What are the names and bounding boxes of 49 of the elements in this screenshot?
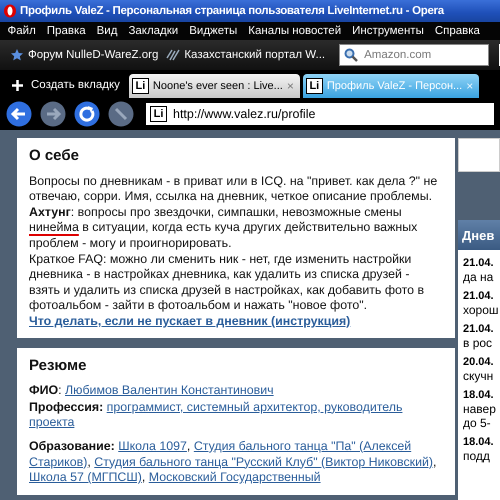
menu-item[interactable]: Правка <box>41 25 92 37</box>
new-tab-button[interactable]: Создать вкладку <box>10 72 126 98</box>
favicon: Li <box>306 78 323 94</box>
star-icon <box>10 48 24 62</box>
side-panel <box>458 138 500 172</box>
about-paragraph: Краткое FAQ: можно ли сменить ник - нет, где изменить настройки дневника - в настройках дневника, как удалить из списка друзей - взять и удалить из списка друзей в настройках, как добавить фото в фотоальбом - зайти в фотоальбом и нажать "новое фото". <box>29 252 426 314</box>
about-paragraph: Вопросы по дневникам - в приват или в ICQ. на "привет. как дела ?" не отвечаю, сорри. Имя, ссылка на дневник, четкое описание проблемы. Ахтунг: вопросы про звездочки, симпашки, невозможные смены нинейма в ситуации, когда есть куча других действительно важных проблем - могу и проигнорировать. <box>29 174 438 252</box>
diary-heading: Днев <box>458 220 500 250</box>
section-heading: Резюме <box>29 358 88 374</box>
resume-field: ФИО: Любимов Валентин Константинович <box>29 383 443 399</box>
reload-icon[interactable] <box>74 101 100 127</box>
entry-date: 21.04. <box>463 256 495 270</box>
url-text: http://www.valez.ru/profile <box>173 107 316 121</box>
bookmark-link[interactable]: Казахстанский портал W... <box>184 49 326 61</box>
entry-text: да на <box>463 270 494 284</box>
bookmark-link[interactable]: Форум NulleD-WareZ.org <box>28 49 158 61</box>
menu-item[interactable]: Вид <box>91 25 123 37</box>
entry-date: 21.04. <box>463 322 495 336</box>
menu-item[interactable]: Виджеты <box>184 25 243 37</box>
entry-date: 18.04. <box>463 388 495 402</box>
menu-item[interactable]: Справка <box>429 25 486 37</box>
window-title: Профиль ValeZ - Персональная страница пользователя LiveInternet.ru - Opera <box>20 5 444 17</box>
search-field[interactable]: Amazon.com <box>339 44 490 66</box>
emblem-icon <box>166 48 180 62</box>
menu-item[interactable]: Закладки <box>122 25 184 37</box>
favicon: Li <box>150 106 167 122</box>
entry-date: 21.04. <box>463 289 495 303</box>
section-heading: О себе <box>29 148 80 164</box>
entry-text: скучн <box>463 369 494 383</box>
browser-tab[interactable]: Li Профиль ValeZ - Персон... × <box>302 74 480 98</box>
entry-text: в рос <box>463 336 494 350</box>
menu-item[interactable]: Инструменты <box>346 25 430 37</box>
opera-logo-icon <box>3 4 17 18</box>
entry-text: до 5- <box>463 416 492 430</box>
search-icon[interactable] <box>344 48 358 62</box>
address-field[interactable]: Li http://www.valez.ru/profile <box>146 103 494 125</box>
menu-item[interactable]: Файл <box>2 25 42 37</box>
resume-field: Профессия: программист, системный архитектор, руководитель проекта <box>29 400 443 431</box>
plus-icon <box>12 80 23 90</box>
resume-field: Образование: Школа 1097, Студия бального танца "Па" (Алексей Стариков), Студия бального танца "Русский Клуб" (Виктор Никовский), Школа 57 (МГПСШ), Московский Государственный <box>29 438 443 486</box>
instruction-link[interactable]: Что делать, если не пускает в дневник (инструкция) <box>29 314 350 328</box>
entry-text: навер <box>463 402 497 416</box>
entry-text: подд <box>463 449 491 463</box>
favicon: Li <box>132 78 149 94</box>
entry-date: 20.04. <box>463 355 495 369</box>
entry-date: 18.04. <box>463 435 495 449</box>
browser-tab[interactable]: Li Noone's ever seen : Live... × <box>128 74 300 98</box>
menu-item[interactable]: Каналы новостей <box>242 25 347 37</box>
entry-text: хорош <box>463 303 500 317</box>
